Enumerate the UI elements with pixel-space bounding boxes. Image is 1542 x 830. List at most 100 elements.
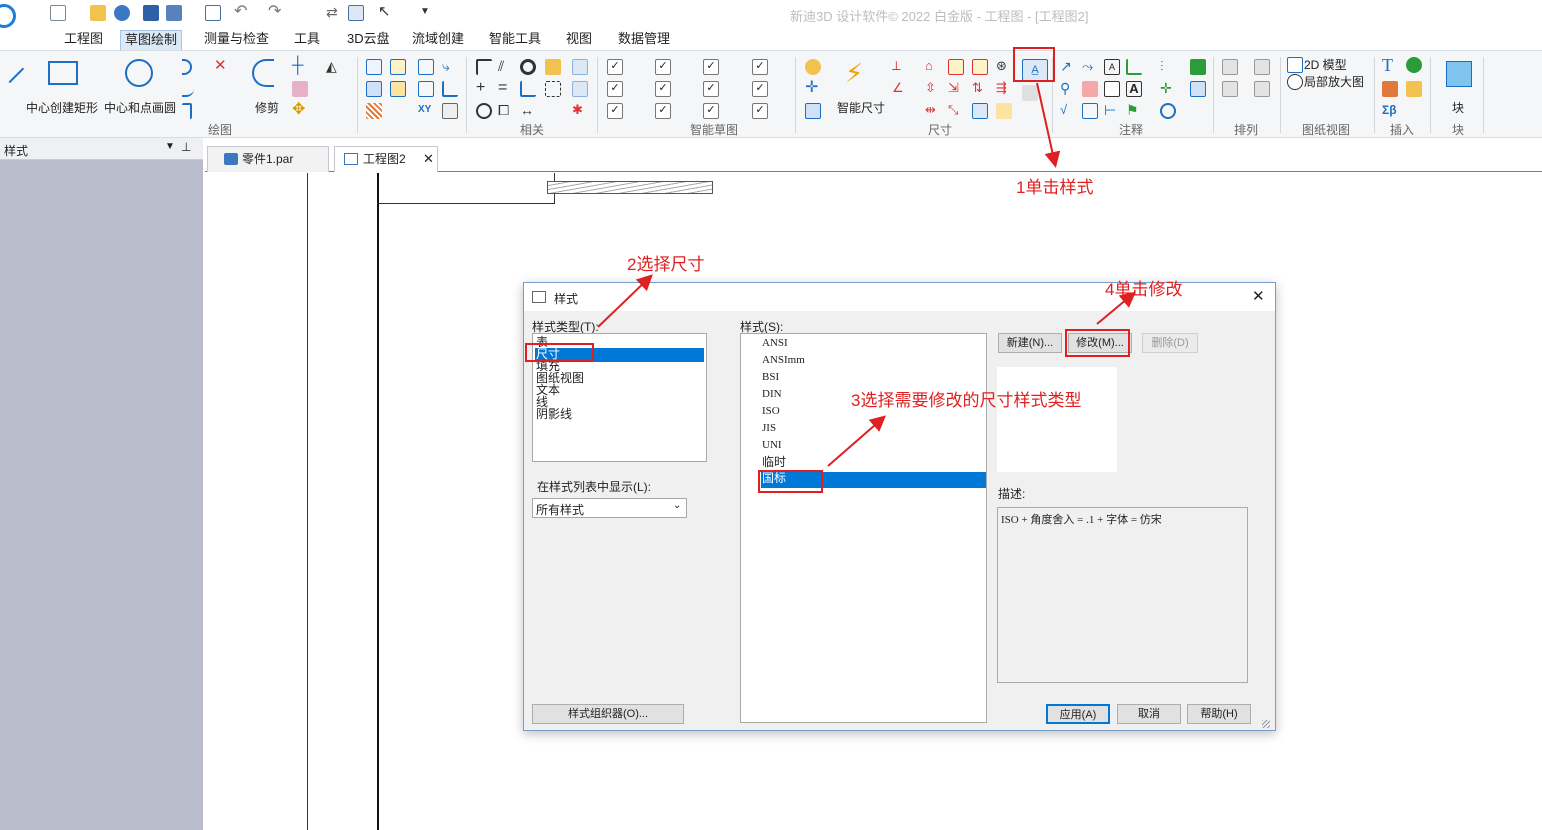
trim-icon[interactable]: [252, 59, 274, 87]
smart-sketch-check-9[interactable]: ✓: [703, 103, 719, 119]
fillet-icon[interactable]: [182, 103, 192, 119]
redo-icon[interactable]: ↷: [268, 4, 284, 21]
smart-dim-icon[interactable]: ⚡: [845, 59, 875, 89]
select-pointer-icon[interactable]: ↖: [378, 4, 394, 21]
apply-button[interactable]: 应用(A): [1046, 704, 1110, 724]
tab-view[interactable]: 视图: [562, 30, 596, 50]
table-icon[interactable]: [1190, 59, 1206, 75]
relate-tool-8-icon[interactable]: [442, 81, 458, 97]
text-icon[interactable]: A: [1126, 81, 1142, 97]
relate-show-icon[interactable]: [572, 59, 588, 75]
mirror-icon[interactable]: ◭: [326, 59, 342, 75]
part-sketch-shape[interactable]: [547, 181, 713, 194]
relate-tool-1-icon[interactable]: [366, 59, 382, 75]
style-type-item[interactable]: 阴影线: [535, 408, 704, 422]
detail-view-label[interactable]: 局部放大图: [1304, 73, 1364, 90]
doc-tab-part[interactable]: 零件1.par: [207, 146, 329, 172]
relate-corner-icon[interactable]: [476, 59, 492, 75]
trim-label[interactable]: 修剪: [255, 99, 279, 116]
app-logo-icon[interactable]: [0, 4, 16, 28]
save-icon[interactable]: [143, 5, 159, 21]
bolt-circle-icon[interactable]: [1160, 103, 1176, 119]
cross-icon[interactable]: ┼: [292, 58, 308, 75]
callout-icon[interactable]: A: [1104, 59, 1120, 75]
smart-sketch-check-11[interactable]: ✓: [752, 81, 768, 97]
block-icon[interactable]: [1446, 61, 1472, 87]
relate-tool-3-icon[interactable]: [366, 81, 382, 97]
new-style-button[interactable]: 新建(N)...: [998, 333, 1062, 353]
relate-horizontal-icon[interactable]: ↔: [520, 103, 536, 119]
dim-tool-6-icon[interactable]: ⇹: [925, 103, 941, 119]
smart-sketch-check-3[interactable]: ✓: [607, 103, 623, 119]
smart-sketch-check-2[interactable]: ✓: [607, 81, 623, 97]
relate-tool-7-icon[interactable]: ⤷: [442, 59, 458, 75]
dim-tool-5-icon[interactable]: ⇳: [925, 81, 941, 97]
style-item[interactable]: JIS: [761, 422, 986, 436]
style-organizer-button[interactable]: 样式组织器(O)...: [532, 704, 684, 724]
style-item[interactable]: BSI: [761, 371, 986, 385]
list-icon[interactable]: [205, 5, 221, 21]
smart-sketch-check-12[interactable]: ✓: [752, 103, 768, 119]
dim-tool-8-icon[interactable]: ⇲: [948, 81, 964, 97]
undo-icon[interactable]: ↶: [234, 4, 250, 21]
trim-x-icon[interactable]: ✕: [214, 58, 230, 75]
relate-delete-icon[interactable]: ✱: [572, 103, 588, 119]
mark-icon[interactable]: ⚑: [1126, 103, 1142, 119]
pane-menu-icon[interactable]: ▼: [165, 141, 175, 152]
relate-symmetric-icon[interactable]: ⧠: [498, 103, 514, 119]
delete-style-button[interactable]: 删除(D): [1142, 333, 1198, 353]
arc-icon[interactable]: [182, 59, 192, 75]
style-item[interactable]: UNI: [761, 439, 986, 453]
leader-icon[interactable]: ↗: [1060, 59, 1076, 75]
dim-tool-9-icon[interactable]: ⤡: [948, 103, 964, 119]
zoom-window-icon[interactable]: [348, 5, 364, 21]
xy-icon[interactable]: XY: [418, 103, 434, 119]
dim-tool-13-icon[interactable]: ⊛: [996, 59, 1012, 75]
relate-tool-4-icon[interactable]: [390, 81, 406, 97]
tab-flow[interactable]: 流域创建: [408, 30, 468, 50]
close-tab-icon[interactable]: ✕: [423, 147, 434, 171]
dim-tool-16-icon[interactable]: [1022, 85, 1038, 101]
style-item[interactable]: ANSImm: [761, 354, 986, 368]
note-icon[interactable]: [1104, 81, 1120, 97]
center-rect-label[interactable]: 中心创建矩形: [26, 99, 98, 116]
smart-sketch-check-8[interactable]: ✓: [703, 81, 719, 97]
centerline-icon[interactable]: ⫶: [1160, 59, 1176, 75]
doc-tab-drawing[interactable]: 工程图2 ✕: [334, 146, 438, 172]
dim-tool-1-icon[interactable]: [805, 59, 821, 75]
hatch-icon[interactable]: [366, 103, 382, 119]
offset-icon[interactable]: [292, 81, 308, 97]
insert-folder-icon[interactable]: [1406, 81, 1422, 97]
insert-text-icon[interactable]: T: [1382, 56, 1398, 74]
relate-cross-icon[interactable]: +: [476, 80, 492, 97]
relate-tool-5-icon[interactable]: [418, 59, 434, 75]
line-icon[interactable]: [0, 54, 25, 84]
feature-frame-icon[interactable]: [1082, 103, 1098, 119]
smart-sketch-check-7[interactable]: ✓: [703, 59, 719, 75]
surface-finish-icon[interactable]: √: [1060, 103, 1076, 119]
tab-tools[interactable]: 工具: [290, 30, 324, 50]
pin-icon[interactable]: ⊥: [181, 140, 191, 154]
tab-sketch[interactable]: 草图绘制: [120, 30, 183, 50]
curve-icon[interactable]: [182, 81, 194, 97]
relate-perp-icon[interactable]: [520, 81, 536, 97]
dim-tool-3-icon[interactable]: [805, 103, 821, 119]
save-cloud-icon[interactable]: [114, 5, 130, 21]
smart-sketch-check-1[interactable]: ✓: [607, 59, 623, 75]
style-item[interactable]: ANSI: [761, 337, 986, 351]
help-button[interactable]: 帮助(H): [1187, 704, 1251, 724]
dim-tool-15-icon[interactable]: [996, 103, 1012, 119]
relate-tool-2-icon[interactable]: [390, 59, 406, 75]
hole-table-icon[interactable]: [1190, 81, 1206, 97]
dim-tool-12-icon[interactable]: [972, 103, 988, 119]
tab-drawing[interactable]: 工程图: [60, 30, 107, 50]
center-mark-icon[interactable]: ✛: [1160, 81, 1176, 97]
smart-dim-label[interactable]: 智能尺寸: [837, 99, 885, 116]
relate-tool-6-icon[interactable]: [418, 81, 434, 97]
send-backward-icon[interactable]: [1254, 81, 1270, 97]
cancel-button[interactable]: 取消: [1117, 704, 1181, 724]
tab-measure[interactable]: 测量与检查: [200, 30, 273, 50]
model-2d-label[interactable]: 2D 模型: [1304, 56, 1347, 73]
dim-tool-11-icon[interactable]: ⇅: [972, 81, 988, 97]
relate-parallel-icon[interactable]: ⫽: [498, 59, 514, 75]
